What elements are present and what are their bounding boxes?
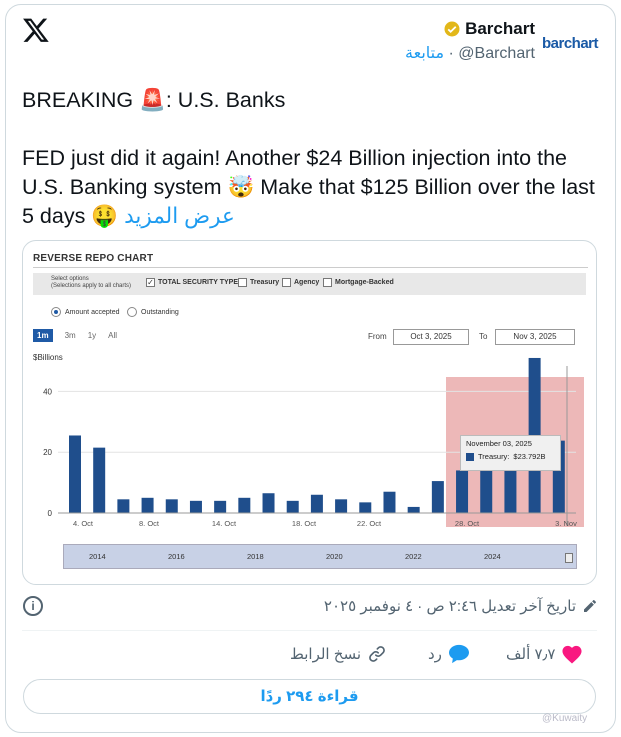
chart-bar: [335, 499, 348, 513]
timeline-navigator[interactable]: 2014 2016 2018 2020 2022 2024: [63, 544, 577, 569]
chart-bar: [480, 467, 493, 513]
x-tick-label: 22. Oct: [357, 519, 382, 528]
bar-chart: 0 20 40 4. Oct 8. Oct 14. Oct 18. Oct 22. Oct 28…: [43, 357, 584, 528]
verified-badge-icon: [444, 21, 460, 37]
like-button[interactable]: ٧٫٧ ألف: [506, 644, 583, 664]
x-tick-label: 3. Nov: [555, 519, 577, 528]
read-replies-button[interactable]: قراءة ٢٩٤ ردًا: [23, 679, 596, 714]
chart-bar: [286, 500, 299, 513]
chart-bar: [141, 497, 154, 513]
chart-bar: [383, 491, 396, 513]
chart-bar: [262, 493, 275, 513]
chart-bar: [456, 470, 469, 513]
y-tick-label: 20: [43, 448, 52, 457]
author-name[interactable]: Barchart: [465, 19, 535, 39]
follow-button[interactable]: متابعة: [405, 45, 444, 62]
like-count: ٧٫٧ ألف: [506, 646, 556, 663]
x-tick-label: 8. Oct: [139, 519, 160, 528]
copy-link-label: نسخ الرابط: [290, 646, 362, 663]
media-image[interactable]: REVERSE REPO CHART Select options (Selec…: [22, 240, 597, 585]
chart-bar: [310, 494, 323, 513]
watermark: @Kuwaity: [542, 713, 588, 724]
chart-bar: [117, 499, 130, 513]
x-tick-label: 18. Oct: [292, 519, 317, 528]
tooltip-date: November 03, 2025: [466, 439, 532, 448]
tooltip-value: $23.792B: [513, 452, 546, 461]
x-tick-label: 4. Oct: [73, 519, 94, 528]
timeline-year: 2014: [89, 552, 106, 561]
chart-bar: [165, 499, 178, 513]
timestamp[interactable]: تاريخ آخر تعديل ٢:٤٦ ص · ٤ نوفمبر ٢٠٢٥: [324, 597, 576, 615]
timeline-year: 2016: [168, 552, 185, 561]
link-icon: [369, 646, 385, 662]
author-meta: متابعة · @Barchart: [405, 45, 535, 62]
chart-bar: [238, 497, 251, 513]
chart-bar: [359, 502, 372, 513]
chart-tooltip: November 03, 2025 Treasury: $23.792B: [460, 435, 561, 471]
x-tick-label: 14. Oct: [212, 519, 237, 528]
actions-bar: نسخ الرابط رد ٧٫٧ ألف: [22, 644, 597, 668]
tooltip-series: Treasury:: [478, 452, 510, 461]
timeline-year: 2020: [326, 552, 343, 561]
timeline-year: 2018: [247, 552, 264, 561]
timeline-year: 2022: [405, 552, 422, 561]
x-tick-label: 28. Oct: [455, 519, 480, 528]
tweet-line-1: BREAKING 🚨: U.S. Banks: [22, 88, 286, 112]
avatar[interactable]: barchart: [538, 22, 602, 66]
chart-bar: [189, 500, 202, 513]
heart-icon: [562, 645, 582, 664]
chart-bar: [69, 435, 81, 513]
y-tick-label: 40: [43, 387, 52, 396]
author-block: Barchart متابعة · @Barchart: [405, 19, 535, 63]
author-name-row[interactable]: Barchart: [405, 19, 535, 39]
timestamp-row: i تاريخ آخر تعديل ٢:٤٦ ص · ٤ نوفمبر ٢٠٢٥: [23, 595, 598, 617]
tooltip-swatch: [466, 452, 474, 461]
copy-link-button[interactable]: نسخ الرابط: [290, 644, 387, 664]
chart-bar: [214, 500, 227, 513]
edit-pencil-icon: [584, 600, 596, 612]
reply-label: رد: [428, 646, 442, 663]
chart-bar: [431, 481, 444, 513]
info-icon[interactable]: i: [23, 596, 43, 616]
timeline-year: 2024: [484, 552, 501, 561]
reply-button[interactable]: رد: [428, 644, 470, 664]
avatar-logo-text: barchart: [541, 35, 599, 52]
x-logo-icon[interactable]: [22, 16, 50, 44]
show-more-link[interactable]: عرض المزيد: [124, 204, 235, 228]
tweet-line-2: FED just did it again! Another $24 Billi…: [22, 146, 595, 228]
timeline-handle[interactable]: [565, 553, 573, 563]
tweet-text: BREAKING 🚨: U.S. Banks FED just did it a…: [22, 86, 602, 231]
divider: [22, 630, 597, 631]
chart-bar: [93, 447, 106, 513]
chart-bar: [407, 506, 420, 513]
author-handle[interactable]: @Barchart: [458, 45, 535, 62]
reply-bubble-icon: [448, 644, 469, 664]
y-tick-label: 0: [48, 509, 53, 518]
